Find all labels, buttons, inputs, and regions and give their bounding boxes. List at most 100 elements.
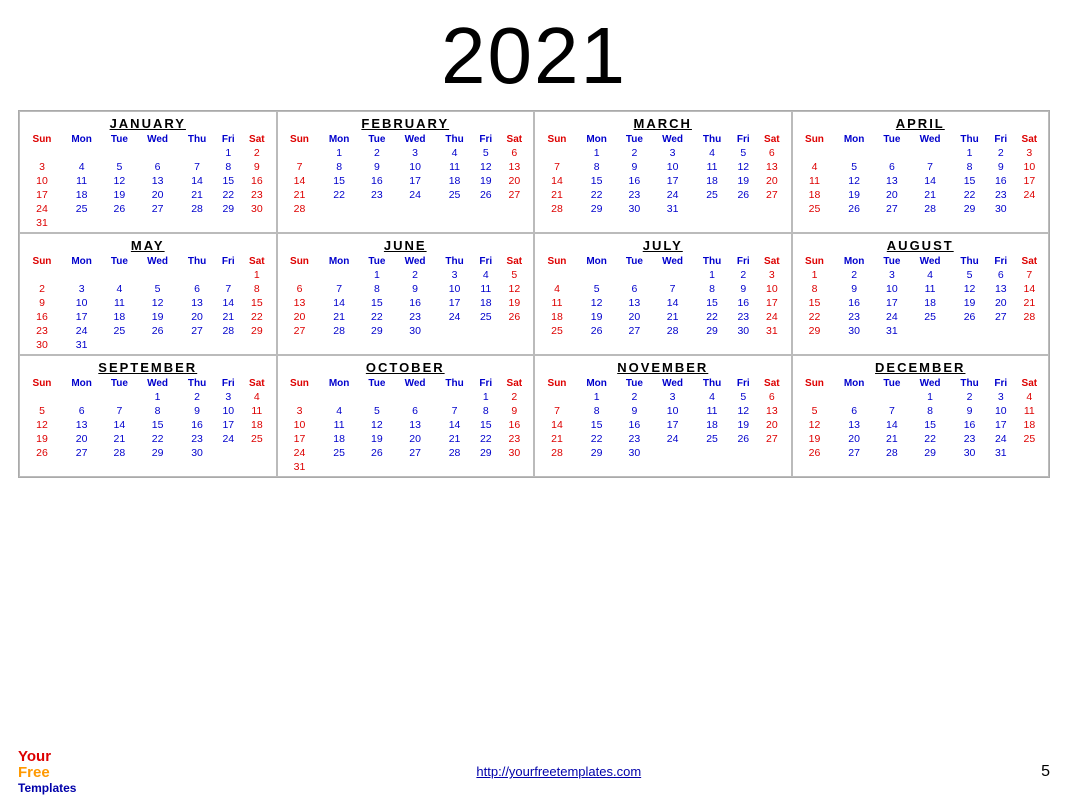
day-cell: 12	[473, 160, 499, 174]
day-cell: 6	[281, 282, 319, 296]
day-cell: 5	[102, 160, 136, 174]
day-header-sun: Sun	[538, 133, 576, 146]
day-cell	[576, 268, 617, 282]
day-cell: 11	[473, 282, 499, 296]
day-cell: 24	[1014, 188, 1045, 202]
day-cell: 28	[538, 446, 576, 460]
day-header-mon: Mon	[833, 255, 874, 268]
day-cell: 10	[436, 282, 473, 296]
day-cell: 8	[796, 282, 834, 296]
day-header-thu: Thu	[951, 377, 988, 390]
month-cell-november: NOVEMBERSunMonTueWedThuFriSat12345678910…	[534, 355, 792, 477]
day-cell: 12	[796, 418, 834, 432]
day-cell: 4	[61, 160, 102, 174]
day-cell: 29	[360, 324, 394, 338]
day-cell: 16	[833, 296, 874, 310]
day-cell: 11	[694, 160, 731, 174]
day-cell: 3	[436, 268, 473, 282]
day-cell: 7	[179, 160, 216, 174]
day-cell: 8	[694, 282, 731, 296]
month-cell-march: MARCHSunMonTueWedThuFriSat12345678910111…	[534, 111, 792, 233]
month-name: SEPTEMBER	[23, 360, 273, 375]
day-cell: 15	[951, 174, 988, 188]
day-cell: 12	[23, 418, 61, 432]
day-cell: 19	[499, 296, 530, 310]
day-cell: 27	[179, 324, 216, 338]
day-cell: 9	[617, 160, 651, 174]
month-name: APRIL	[796, 116, 1046, 131]
day-cell	[179, 268, 216, 282]
day-cell: 21	[318, 310, 359, 324]
day-cell: 9	[360, 160, 394, 174]
day-cell: 6	[756, 390, 787, 404]
day-cell	[318, 216, 359, 218]
day-cell: 1	[241, 268, 272, 282]
day-cell	[694, 446, 731, 460]
day-cell: 4	[318, 404, 359, 418]
day-cell: 28	[179, 202, 216, 216]
day-cell	[215, 460, 241, 462]
day-cell: 2	[241, 146, 272, 160]
month-table: SunMonTueWedThuFriSat1234567891011121314…	[23, 377, 273, 462]
day-cell: 29	[241, 324, 272, 338]
day-cell: 21	[1014, 296, 1045, 310]
day-header-wed: Wed	[652, 377, 694, 390]
day-cell: 27	[988, 310, 1014, 324]
day-cell	[102, 146, 136, 160]
day-cell: 30	[988, 202, 1014, 216]
day-cell: 25	[473, 310, 499, 324]
day-cell: 14	[281, 174, 319, 188]
day-header-wed: Wed	[909, 133, 951, 146]
day-header-fri: Fri	[730, 133, 756, 146]
day-cell: 1	[576, 146, 617, 160]
day-cell: 8	[576, 160, 617, 174]
day-cell: 6	[499, 146, 530, 160]
month-cell-february: FEBRUARYSunMonTueWedThuFriSat12345678910…	[277, 111, 535, 233]
day-cell	[473, 202, 499, 216]
day-cell: 14	[538, 418, 576, 432]
month-name: NOVEMBER	[538, 360, 788, 375]
day-cell	[756, 216, 787, 218]
day-cell: 15	[137, 418, 179, 432]
day-cell: 4	[796, 160, 834, 174]
day-cell: 20	[137, 188, 179, 202]
day-cell: 27	[281, 324, 319, 338]
day-cell: 18	[436, 174, 473, 188]
day-cell: 23	[617, 188, 651, 202]
day-header-thu: Thu	[179, 133, 216, 146]
day-cell	[281, 146, 319, 160]
day-cell	[473, 216, 499, 218]
day-cell: 3	[61, 282, 102, 296]
day-cell: 16	[499, 418, 530, 432]
day-cell: 11	[796, 174, 834, 188]
day-header-fri: Fri	[988, 377, 1014, 390]
day-cell	[61, 390, 102, 404]
day-cell: 19	[576, 310, 617, 324]
day-cell: 17	[988, 418, 1014, 432]
day-cell	[137, 460, 179, 462]
day-cell: 5	[833, 160, 874, 174]
day-cell: 12	[102, 174, 136, 188]
day-cell: 13	[756, 160, 787, 174]
day-cell: 30	[951, 446, 988, 460]
day-header-thu: Thu	[179, 255, 216, 268]
day-cell: 9	[833, 282, 874, 296]
day-cell: 10	[394, 160, 436, 174]
day-cell: 23	[499, 432, 530, 446]
day-cell	[281, 216, 319, 218]
day-header-thu: Thu	[179, 377, 216, 390]
day-cell	[652, 268, 694, 282]
day-header-fri: Fri	[473, 255, 499, 268]
day-cell: 1	[576, 390, 617, 404]
day-cell: 27	[833, 446, 874, 460]
day-cell	[436, 202, 473, 216]
day-cell: 30	[617, 446, 651, 460]
day-cell: 20	[756, 418, 787, 432]
day-cell	[652, 446, 694, 460]
day-header-mon: Mon	[318, 255, 359, 268]
day-header-sat: Sat	[756, 377, 787, 390]
day-header-wed: Wed	[909, 377, 951, 390]
day-cell: 17	[1014, 174, 1045, 188]
footer-url[interactable]: http://yourfreetemplates.com	[476, 764, 641, 779]
day-header-wed: Wed	[137, 377, 179, 390]
